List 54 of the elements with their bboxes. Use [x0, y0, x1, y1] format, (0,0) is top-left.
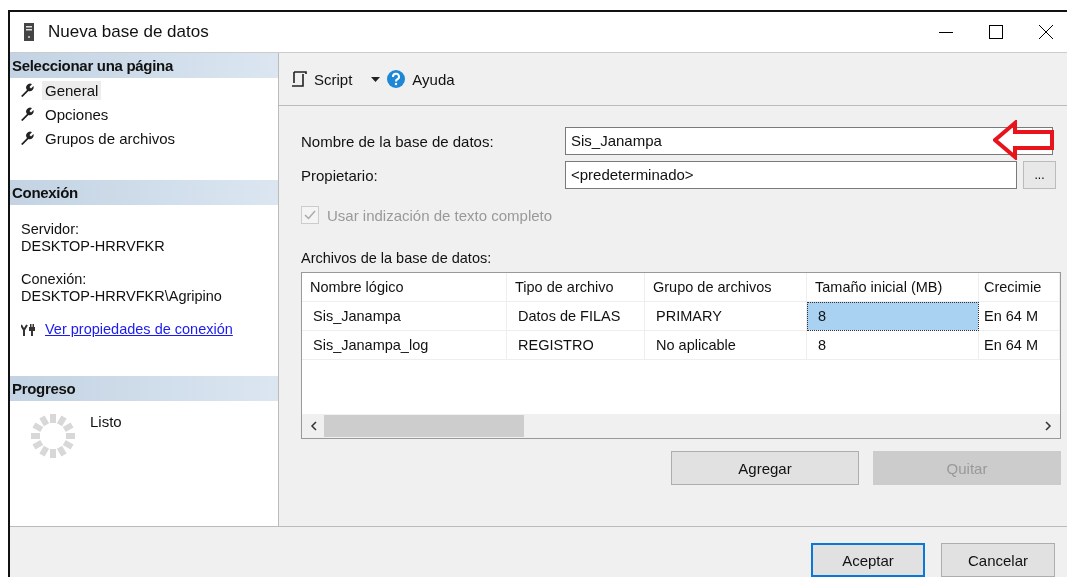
connection-properties-link[interactable]: Ver propiedades de conexión	[45, 321, 233, 338]
field-label: Propietario:	[301, 166, 379, 184]
scroll-right-icon[interactable]	[1044, 421, 1052, 431]
horizontal-scrollbar[interactable]	[302, 414, 1060, 438]
database-name-field[interactable]: Sis_Janampa	[565, 127, 1053, 155]
wrench-icon	[20, 107, 34, 121]
script-button[interactable]: Script	[314, 70, 353, 88]
table-cell[interactable]: Sis_Janampa	[302, 302, 507, 331]
wrench-icon	[20, 83, 34, 97]
owner-field[interactable]: <predeterminado>	[565, 161, 1017, 189]
table-cell[interactable]: 8	[807, 302, 979, 331]
arrow-annotation	[993, 120, 1055, 160]
scrollbar-thumb[interactable]	[324, 415, 524, 437]
file-button[interactable]: Agregar	[671, 451, 859, 485]
table-cell[interactable]: 8	[807, 331, 979, 360]
checkbox-label: Usar indización de texto completo	[327, 206, 553, 224]
dialog-button[interactable]: Aceptar	[811, 543, 925, 577]
scroll-left-icon[interactable]	[310, 421, 318, 431]
field-label: Nombre de la base de datos:	[301, 132, 495, 150]
page-item[interactable]: Opciones	[42, 104, 112, 124]
spinner-icon	[30, 413, 76, 459]
table-cell[interactable]: No aplicable	[645, 331, 807, 360]
table-cell[interactable]: En 64 M	[979, 302, 1060, 331]
files-label: Archivos de la base de datos:	[301, 250, 493, 266]
close-icon[interactable]	[1039, 25, 1053, 39]
window-title: Nueva base de datos	[48, 22, 209, 42]
table-cell[interactable]: REGISTRO	[507, 331, 645, 360]
help-button[interactable]: Ayuda	[412, 70, 455, 88]
section-header: Progreso	[10, 376, 278, 401]
server-name: DESKTOP-HRRVFKR	[21, 238, 166, 255]
server-icon	[24, 23, 34, 41]
table-cell[interactable]: Datos de FILAS	[507, 302, 645, 331]
help-icon[interactable]	[387, 70, 406, 88]
page-item[interactable]: General	[42, 80, 102, 100]
column-header[interactable]: Grupo de archivos	[645, 273, 807, 302]
connection-name: DESKTOP-HRRVFKR\Agripino	[21, 288, 223, 305]
table-cell[interactable]: Sis_Janampa_log	[302, 331, 507, 360]
section-header: Conexión	[10, 180, 278, 205]
connection-label: Conexión:	[21, 271, 88, 288]
section-header: Seleccionar una página	[10, 53, 278, 78]
browse-button[interactable]: ...	[1023, 161, 1056, 189]
table-cell[interactable]: En 64 M	[979, 331, 1060, 360]
column-header[interactable]: Crecimie	[979, 273, 1060, 302]
column-header[interactable]: Tipo de archivo	[507, 273, 645, 302]
progress-status: Listo	[90, 413, 122, 432]
plug-icon	[21, 323, 35, 336]
maximize-icon[interactable]	[989, 25, 1003, 39]
page-item[interactable]: Grupos de archivos	[42, 128, 179, 148]
dialog-button[interactable]: Cancelar	[941, 543, 1055, 577]
column-header[interactable]: Nombre lógico	[302, 273, 507, 302]
script-icon[interactable]	[291, 71, 307, 87]
wrench-icon	[20, 131, 34, 145]
dropdown-caret-icon[interactable]	[371, 76, 381, 82]
server-label: Servidor:	[21, 221, 81, 238]
